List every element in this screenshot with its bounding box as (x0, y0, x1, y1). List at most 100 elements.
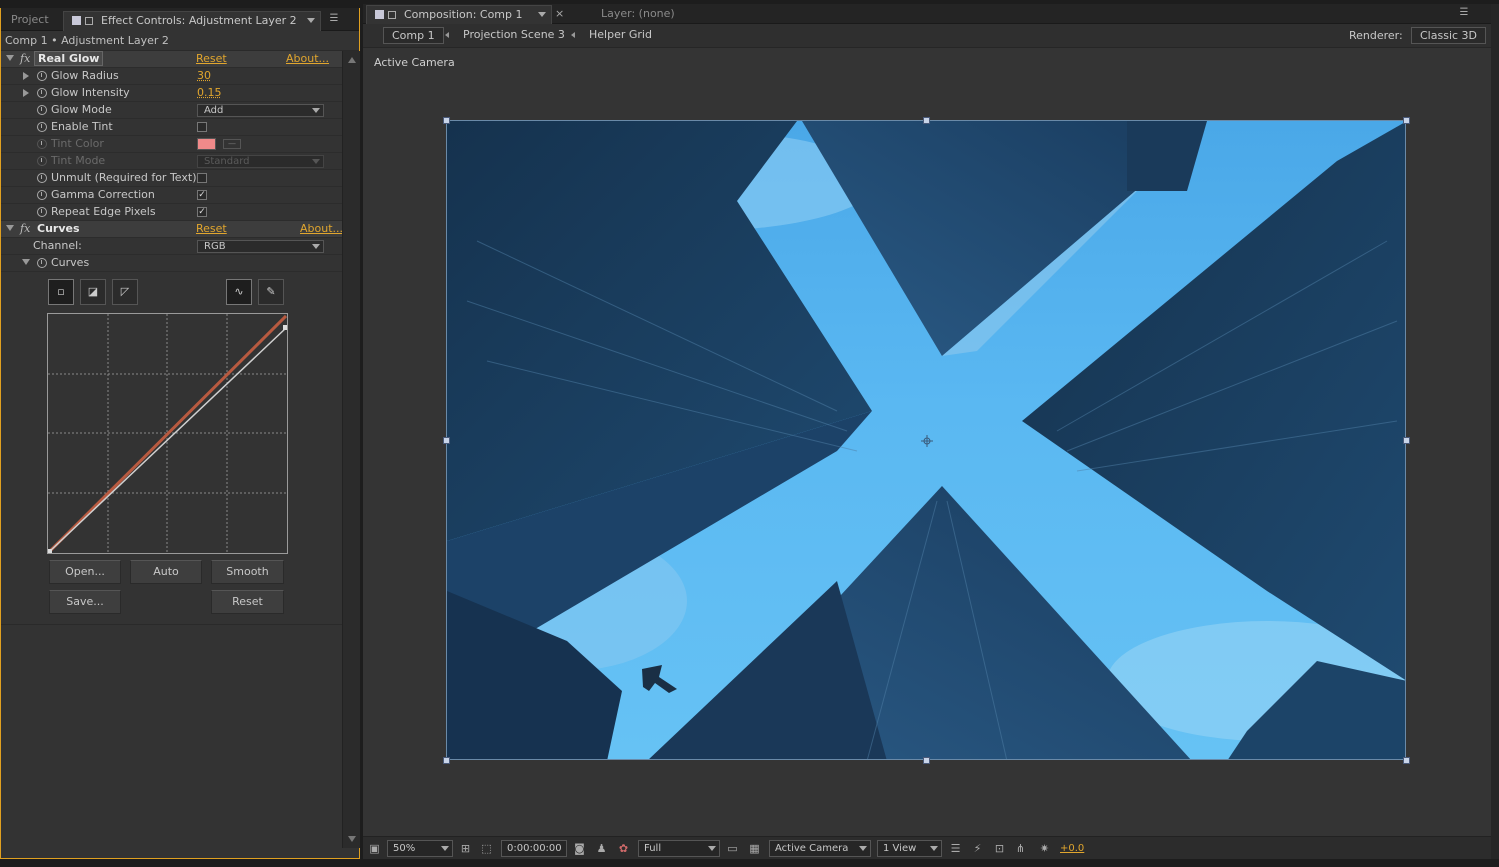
reset-link[interactable]: Reset (196, 222, 227, 235)
transform-handle[interactable] (443, 757, 450, 764)
fast-preview-icon[interactable]: ⚡ (970, 841, 985, 856)
region-of-interest-icon[interactable]: ⬚ (479, 841, 494, 856)
resolution-dropdown[interactable]: Full (638, 840, 720, 857)
stopwatch-icon[interactable] (37, 207, 47, 217)
curves-reset-button[interactable]: Reset (211, 590, 284, 614)
curves-auto-button[interactable]: Auto (130, 560, 202, 584)
curve-point[interactable] (48, 549, 52, 553)
camera-view-dropdown[interactable]: Active Camera (769, 840, 871, 857)
point-tool-icon[interactable]: ▫ (48, 279, 74, 305)
timeline-icon[interactable]: ⊡ (992, 841, 1007, 856)
camera-snapshot-icon[interactable]: ◙ (572, 841, 587, 856)
stopwatch-icon[interactable] (37, 105, 47, 115)
transform-handle[interactable] (1403, 117, 1410, 124)
lock-icon[interactable] (388, 11, 396, 19)
renderer-button[interactable]: Classic 3D (1411, 27, 1487, 44)
tint-color-swatch[interactable] (197, 138, 216, 150)
tab-dropdown-icon[interactable] (307, 18, 315, 23)
composition-navigator: Comp 1 Projection Scene 3 Helper Grid Re… (363, 24, 1491, 48)
curves-open-button[interactable]: Open... (49, 560, 121, 584)
effect-curves[interactable]: fx Curves Reset About... (1, 221, 343, 238)
curves-smooth-button[interactable]: Smooth (211, 560, 284, 584)
glow-intensity-value[interactable]: 0.15 (197, 86, 222, 99)
tab-effect-controls-label: Effect Controls: Adjustment Layer 2 (101, 14, 297, 27)
stopwatch-icon[interactable] (37, 173, 47, 183)
tint-mode-dropdown: Standard (197, 155, 324, 168)
prop-enable-tint: Enable Tint (1, 119, 342, 136)
stopwatch-icon[interactable] (37, 258, 47, 268)
effect-real-glow[interactable]: fx Real Glow Reset About... (1, 51, 342, 68)
flowchart-icon[interactable]: ⋔ (1013, 841, 1028, 856)
gamma-correction-checkbox[interactable]: ✓ (197, 190, 207, 200)
exposure-value[interactable]: +0.0 (1060, 843, 1084, 854)
channel-dropdown[interactable]: RGB (197, 240, 324, 253)
unmult-checkbox[interactable] (197, 173, 207, 183)
curve-preset-icon[interactable]: ◪ (80, 279, 106, 305)
scroll-down-icon[interactable] (348, 836, 356, 842)
show-snapshot-icon[interactable]: ♟ (594, 841, 609, 856)
eyedropper-icon[interactable]: — (223, 139, 241, 149)
stopwatch-icon[interactable] (37, 71, 47, 81)
curve-point[interactable] (283, 325, 288, 330)
transform-handle[interactable] (923, 117, 930, 124)
curves-save-button[interactable]: Save... (49, 590, 121, 614)
stopwatch-icon[interactable] (37, 122, 47, 132)
color-channel-icon[interactable]: ✿ (616, 841, 631, 856)
breadcrumb-helper-grid[interactable]: Helper Grid (581, 27, 660, 44)
transform-handle[interactable] (1403, 437, 1410, 444)
transform-handle[interactable] (1403, 757, 1410, 764)
transparency-grid-icon[interactable]: ▦ (747, 841, 762, 856)
close-icon[interactable]: × (555, 7, 564, 20)
fx-icon[interactable]: fx (20, 222, 30, 235)
tab-dropdown-icon[interactable] (538, 12, 546, 17)
pencil-icon[interactable]: ✎ (258, 279, 284, 305)
bezier-icon[interactable]: ∿ (226, 279, 252, 305)
anchor-point-icon[interactable] (921, 435, 933, 447)
transform-handle[interactable] (923, 757, 930, 764)
transform-handle[interactable] (443, 117, 450, 124)
view-layout-dropdown[interactable]: 1 View (877, 840, 942, 857)
scrollbar[interactable] (342, 51, 360, 848)
reset-link[interactable]: Reset (196, 52, 227, 65)
breadcrumb-projection-scene[interactable]: Projection Scene 3 (455, 27, 573, 44)
about-link[interactable]: About... (286, 52, 329, 65)
linear-icon[interactable]: ◸ (112, 279, 138, 305)
enable-tint-checkbox[interactable] (197, 122, 207, 132)
panel-menu-icon[interactable]: ☰ (1457, 7, 1471, 19)
glow-mode-dropdown[interactable]: Add (197, 104, 324, 117)
tab-project[interactable]: Project (3, 11, 57, 31)
zoom-dropdown[interactable]: 50% (387, 840, 453, 857)
lock-icon[interactable] (85, 17, 93, 25)
about-link[interactable]: About... (300, 222, 343, 235)
collapse-triangle-icon[interactable] (6, 225, 14, 231)
prop-label: Tint Mode (51, 154, 106, 167)
toggle-pixel-aspect-icon[interactable]: ☰ (948, 841, 963, 856)
collapse-triangle-icon[interactable] (22, 259, 30, 265)
timecode-field[interactable]: 0:00:00:00 (501, 840, 567, 857)
tab-layer[interactable]: Layer: (none) (593, 5, 683, 24)
composition-panel: Composition: Comp 1 × Layer: (none) ☰ Co… (363, 4, 1491, 859)
expand-triangle-icon[interactable] (23, 72, 29, 80)
tab-composition[interactable]: Composition: Comp 1 (366, 5, 552, 24)
tab-effect-controls[interactable]: Effect Controls: Adjustment Layer 2 (63, 11, 321, 31)
collapse-triangle-icon[interactable] (6, 55, 14, 61)
breadcrumb-comp-1[interactable]: Comp 1 (383, 27, 444, 44)
stopwatch-icon[interactable] (37, 88, 47, 98)
expand-triangle-icon[interactable] (23, 89, 29, 97)
fx-icon[interactable]: fx (20, 52, 30, 65)
curves-graph[interactable] (47, 313, 288, 554)
transform-handle[interactable] (443, 437, 450, 444)
dropdown-value: Standard (204, 156, 250, 167)
prop-label: Tint Color (51, 137, 104, 150)
scroll-up-icon[interactable] (348, 57, 356, 63)
fast-previews-icon[interactable]: ▭ (725, 841, 740, 856)
panel-menu-icon[interactable]: ☰ (327, 13, 341, 25)
repeat-edge-checkbox[interactable]: ✓ (197, 207, 207, 217)
exposure-icon[interactable]: ✷ (1037, 841, 1052, 856)
glow-radius-value[interactable]: 30 (197, 69, 211, 82)
always-preview-icon[interactable]: ▣ (367, 841, 382, 856)
stopwatch-icon[interactable] (37, 190, 47, 200)
fit-icon[interactable]: ⊞ (458, 841, 473, 856)
composition-viewer[interactable] (446, 120, 1406, 760)
prop-tint-color: Tint Color — (1, 136, 342, 153)
